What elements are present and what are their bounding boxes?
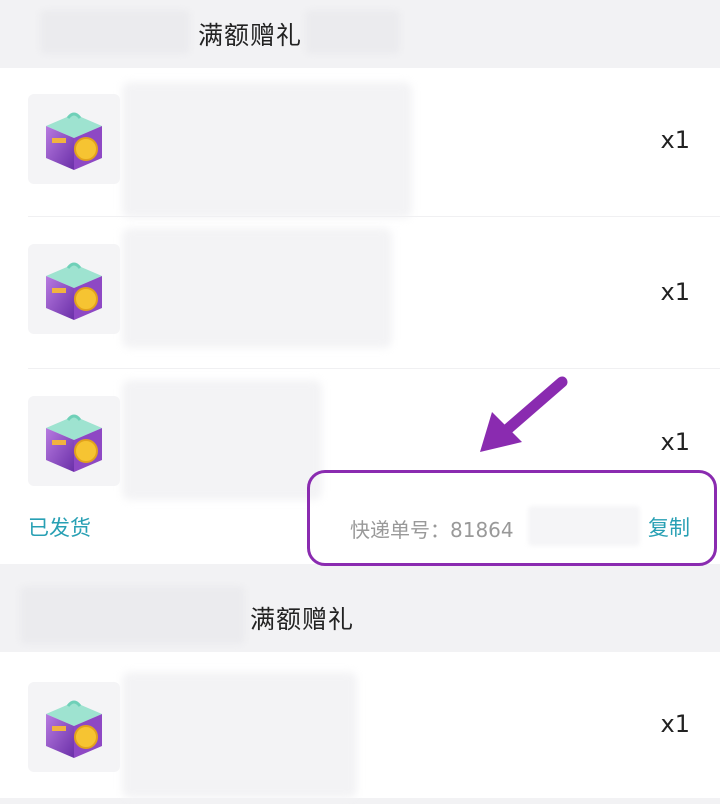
item-thumbnail bbox=[28, 396, 120, 486]
blurred-item-name bbox=[122, 380, 322, 500]
list-item[interactable]: x1 bbox=[0, 652, 720, 804]
list-item[interactable]: x1 bbox=[0, 218, 720, 370]
section-header-2: 满额赠礼 bbox=[0, 580, 720, 652]
blurred-store-name bbox=[40, 10, 190, 54]
item-thumbnail bbox=[28, 682, 120, 772]
shipment-status: 已发货 bbox=[28, 516, 91, 540]
item-thumbnail bbox=[28, 244, 120, 334]
tracking-number-value: 81864 bbox=[450, 518, 514, 542]
item-thumbnail bbox=[28, 94, 120, 184]
blurred-item-name bbox=[122, 228, 392, 348]
gift-box-icon bbox=[46, 112, 102, 170]
gift-box-icon bbox=[46, 700, 102, 758]
item-quantity: x1 bbox=[660, 428, 690, 456]
section-title: 满额赠礼 bbox=[198, 21, 303, 50]
blurred-tracking-digits bbox=[528, 506, 640, 546]
copy-button[interactable]: 复制 bbox=[648, 512, 690, 542]
divider bbox=[28, 368, 720, 369]
blurred-text bbox=[305, 10, 400, 54]
item-quantity: x1 bbox=[660, 710, 690, 738]
annotation-arrow-icon bbox=[480, 376, 568, 452]
blurred-item-name bbox=[122, 672, 357, 798]
section-title: 满额赠礼 bbox=[250, 605, 355, 634]
blurred-item-name bbox=[122, 82, 412, 218]
tracking-label: 快递单号： bbox=[350, 518, 450, 542]
list-item[interactable]: x1 bbox=[0, 68, 720, 220]
item-quantity: x1 bbox=[660, 278, 690, 306]
gift-box-icon bbox=[46, 262, 102, 320]
tracking-number: 快递单号：81864 bbox=[350, 514, 514, 543]
blurred-store-name bbox=[20, 586, 245, 644]
item-quantity: x1 bbox=[660, 126, 690, 154]
divider bbox=[28, 216, 720, 217]
gift-box-icon bbox=[46, 414, 102, 472]
section-header-1: 满额赠礼 bbox=[0, 0, 720, 68]
